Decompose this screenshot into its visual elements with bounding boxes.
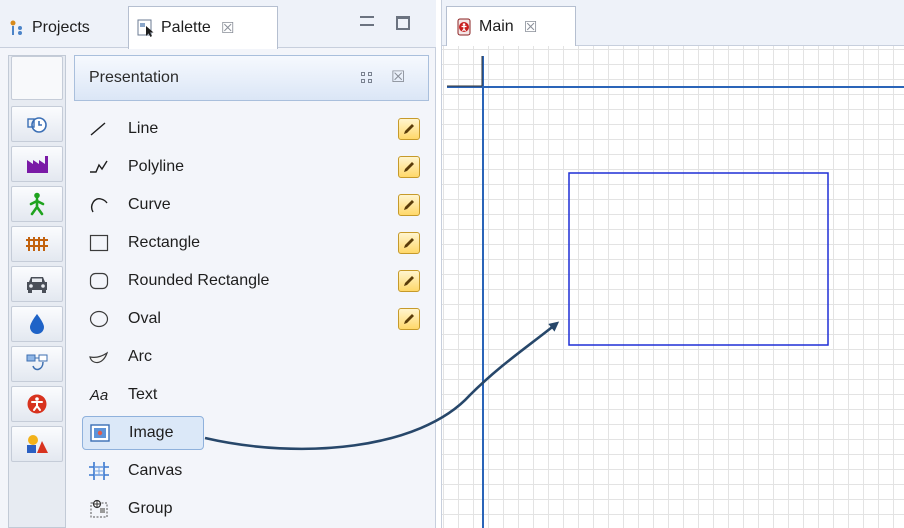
minimize-icon[interactable] bbox=[360, 16, 374, 26]
rectangle-icon bbox=[82, 231, 116, 255]
editor-tab-bar: Main ☒ bbox=[442, 0, 904, 47]
palette-icon bbox=[137, 19, 155, 37]
curve-icon bbox=[82, 193, 116, 217]
rectangle-shape[interactable] bbox=[568, 172, 829, 346]
maximize-icon[interactable] bbox=[396, 16, 410, 30]
palette-item-arc[interactable]: Arc bbox=[82, 340, 422, 374]
tab-main[interactable]: Main ☒ bbox=[446, 6, 576, 47]
palette-item-text[interactable]: Aa Text bbox=[82, 378, 422, 412]
palette-item-oval[interactable]: Oval bbox=[82, 302, 422, 336]
accessibility-icon[interactable] bbox=[11, 386, 63, 422]
palette-item-label: Curve bbox=[128, 196, 171, 213]
pencil-icon[interactable] bbox=[398, 270, 420, 292]
close-icon[interactable]: ☒ bbox=[221, 19, 234, 37]
connectivity-icon[interactable] bbox=[11, 346, 63, 382]
graphical-editor-canvas[interactable] bbox=[442, 46, 904, 528]
tab-palette[interactable]: Palette ☒ bbox=[128, 6, 278, 49]
palette-section-title: Presentation bbox=[89, 69, 179, 86]
palette-item-label: Rounded Rectangle bbox=[128, 272, 270, 289]
close-icon[interactable]: ☒ bbox=[524, 18, 537, 36]
left-view-panel: Projects Palette ☒ Presentation ☒ Line P… bbox=[0, 0, 436, 528]
palette-item-image[interactable]: Image bbox=[82, 416, 204, 450]
line-icon bbox=[82, 117, 116, 141]
pencil-icon[interactable] bbox=[398, 308, 420, 330]
palette-item-polyline[interactable]: Polyline bbox=[82, 150, 422, 184]
palette-item-label: Arc bbox=[128, 348, 152, 365]
palette-item-label: Text bbox=[128, 386, 158, 403]
tab-projects[interactable]: Projects bbox=[0, 6, 126, 49]
left-tab-bar: Projects Palette ☒ bbox=[0, 0, 436, 49]
fluid-drop-icon[interactable] bbox=[11, 306, 63, 342]
tab-projects-label: Projects bbox=[32, 18, 90, 36]
palette-item-label: Polyline bbox=[128, 158, 185, 175]
palette-item-label: Rectangle bbox=[128, 234, 201, 251]
palette-item-label: Line bbox=[128, 120, 159, 137]
blank-category-icon[interactable] bbox=[11, 56, 63, 100]
oval-icon bbox=[82, 307, 116, 331]
clock-statechart-icon[interactable] bbox=[11, 106, 63, 142]
palette-item-label: Canvas bbox=[128, 462, 183, 479]
palette-item-rectangle[interactable]: Rectangle bbox=[82, 226, 422, 260]
shapes-icon[interactable] bbox=[11, 426, 63, 462]
palette-item-canvas[interactable]: Canvas bbox=[82, 454, 422, 488]
palette-item-rounded-rectangle[interactable]: Rounded Rectangle bbox=[82, 264, 422, 298]
rounded-rectangle-icon bbox=[82, 269, 116, 293]
editor-panel: Main ☒ bbox=[441, 0, 904, 528]
close-icon[interactable]: ☒ bbox=[391, 67, 405, 87]
pencil-icon[interactable] bbox=[398, 156, 420, 178]
pedestrian-icon[interactable] bbox=[11, 186, 63, 222]
arc-icon bbox=[82, 345, 116, 369]
canvas-icon bbox=[82, 459, 116, 483]
palette-category-strip bbox=[8, 55, 66, 528]
rail-track-icon[interactable] bbox=[11, 226, 63, 262]
pencil-icon[interactable] bbox=[398, 194, 420, 216]
agent-main-icon bbox=[455, 18, 473, 36]
palette-item-label: Group bbox=[128, 500, 173, 517]
tab-main-label: Main bbox=[479, 18, 514, 35]
palette-item-line[interactable]: Line bbox=[82, 112, 422, 146]
palette-item-label: Oval bbox=[128, 310, 161, 327]
polyline-icon bbox=[82, 155, 116, 179]
palette-item-group[interactable]: Group bbox=[82, 492, 422, 526]
layout-grid-icon[interactable] bbox=[361, 72, 373, 84]
projects-icon bbox=[8, 19, 26, 37]
palette-item-curve[interactable]: Curve bbox=[82, 188, 422, 222]
pencil-icon[interactable] bbox=[398, 118, 420, 140]
image-icon bbox=[83, 421, 117, 445]
car-icon[interactable] bbox=[11, 266, 63, 302]
group-icon bbox=[82, 497, 116, 521]
palette-item-label: Image bbox=[129, 424, 174, 441]
pencil-icon[interactable] bbox=[398, 232, 420, 254]
factory-icon[interactable] bbox=[11, 146, 63, 182]
text-icon: Aa bbox=[89, 386, 109, 404]
tab-palette-label: Palette bbox=[161, 19, 211, 36]
palette-section-header[interactable]: Presentation ☒ bbox=[74, 55, 429, 101]
